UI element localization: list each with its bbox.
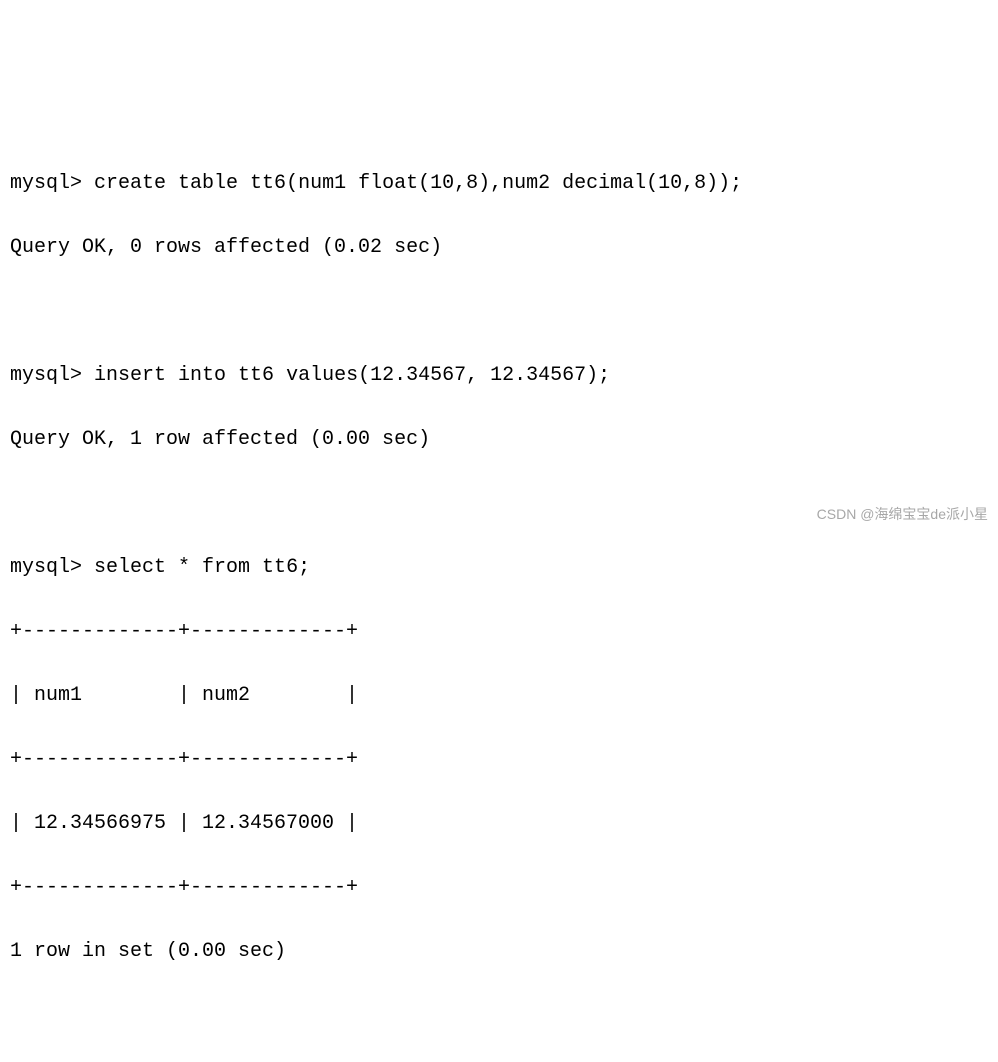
sql-command: create table tt6(num1 float(10,8),num2 d… xyxy=(94,172,742,195)
table-border-bottom: +-------------+-------------+ xyxy=(10,872,988,904)
mysql-terminal[interactable]: mysql> create table tt6(num1 float(10,8)… xyxy=(10,136,988,1062)
table-header: | num1 | num2 | xyxy=(10,680,988,712)
result-line-1: Query OK, 0 rows affected (0.02 sec) xyxy=(10,232,988,264)
blank-line xyxy=(10,1000,988,1032)
watermark-text: CSDN @海绵宝宝de派小星 xyxy=(817,503,988,525)
table-border-mid: +-------------+-------------+ xyxy=(10,744,988,776)
result-line-2: Query OK, 1 row affected (0.00 sec) xyxy=(10,424,988,456)
prompt: mysql> xyxy=(10,172,82,195)
table-footer: 1 row in set (0.00 sec) xyxy=(10,936,988,968)
command-line-1: mysql> create table tt6(num1 float(10,8)… xyxy=(10,168,988,200)
table-border-top: +-------------+-------------+ xyxy=(10,616,988,648)
command-line-2: mysql> insert into tt6 values(12.34567, … xyxy=(10,360,988,392)
command-line-3: mysql> select * from tt6; xyxy=(10,552,988,584)
sql-command: select * from tt6; xyxy=(94,556,310,579)
sql-command: insert into tt6 values(12.34567, 12.3456… xyxy=(94,364,610,387)
prompt: mysql> xyxy=(10,556,82,579)
table-row: | 12.34566975 | 12.34567000 | xyxy=(10,808,988,840)
blank-line xyxy=(10,296,988,328)
prompt: mysql> xyxy=(10,364,82,387)
